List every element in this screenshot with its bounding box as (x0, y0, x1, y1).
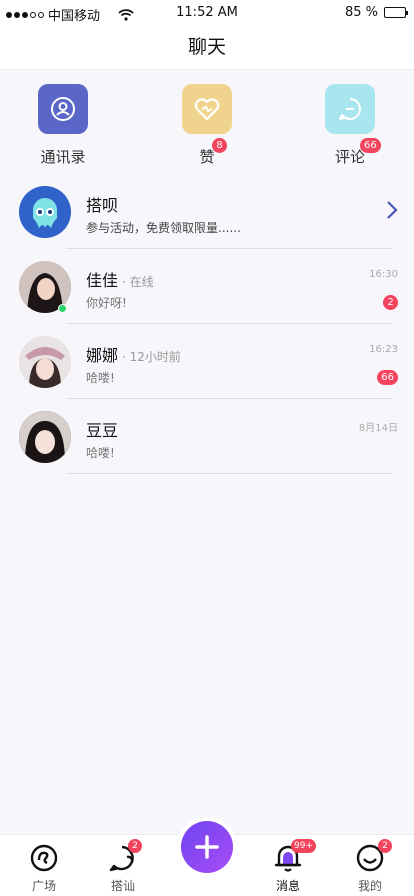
quick-actions: 通讯录 赞 8 评论 66 (0, 84, 414, 170)
status-bar: 中国移动 11:52 AM 85 % (0, 0, 414, 26)
plaza-icon (14, 843, 74, 873)
conversation-row[interactable]: 豆豆 哈喽! 8月14日 (0, 399, 414, 474)
contacts-button[interactable]: 通讯录 (23, 84, 103, 167)
likes-badge: 8 (212, 138, 227, 153)
comments-badge: 66 (360, 138, 381, 153)
chevron-right-icon (387, 201, 398, 219)
comment-icon (325, 84, 375, 134)
divider (66, 473, 392, 474)
add-button[interactable] (181, 821, 233, 873)
tab-badge: 2 (378, 839, 392, 853)
plus-icon (195, 835, 219, 859)
avatar (19, 186, 71, 238)
smile-icon: 2 (340, 839, 400, 873)
tab-messages[interactable]: 99+ 消息 (258, 839, 318, 894)
battery-icon (384, 7, 408, 18)
tab-label: 我的 (357, 879, 382, 893)
avatar (19, 411, 71, 463)
battery-percent: 85 % (344, 5, 378, 20)
status-right: 85 % (344, 5, 408, 20)
tab-me[interactable]: 2 我的 (340, 839, 400, 894)
comments-button[interactable]: 评论 (310, 84, 390, 167)
tab-bar: 广场 2 搭讪 99+ 消息 2 我的 (0, 821, 414, 896)
unread-badge: 66 (377, 370, 398, 385)
last-message: 参与活动，免费领取限量...... (86, 221, 241, 235)
last-message: 哈喽! (86, 371, 115, 385)
likes-button[interactable]: 赞 (167, 84, 247, 167)
conversation-list: 搭呗 参与活动，免费领取限量...... 佳佳 · 在线 你好呀! 16:30 2 (0, 174, 414, 474)
contact-name: 娜娜 · 12小时前 (86, 346, 181, 365)
conversation-row[interactable]: 娜娜 · 12小时前 哈喽! 16:23 66 (0, 324, 414, 399)
last-message: 你好呀! (86, 296, 127, 310)
message-time: 16:30 (369, 269, 398, 280)
unread-badge: 2 (383, 295, 398, 310)
bell-icon: 99+ (258, 839, 318, 873)
message-time: 16:23 (369, 344, 398, 355)
online-indicator (58, 304, 67, 313)
contacts-label: 通讯录 (40, 148, 86, 166)
tab-chat-up[interactable]: 2 搭讪 (93, 839, 153, 894)
message-time: 8月14日 (358, 423, 398, 434)
conversation-row[interactable]: 佳佳 · 在线 你好呀! 16:30 2 (0, 249, 414, 324)
likes-label: 赞 (199, 148, 215, 166)
tab-label: 消息 (275, 879, 300, 893)
contact-name: 搭呗 (86, 196, 119, 215)
tab-label: 广场 (31, 879, 56, 893)
page-title: 聊天 (187, 36, 226, 58)
tab-badge: 99+ (291, 839, 316, 853)
contact-name: 佳佳 · 在线 (86, 271, 154, 290)
tab-badge: 2 (128, 839, 142, 853)
avatar (19, 336, 71, 388)
last-message: 哈喽! (86, 446, 115, 460)
contact-name: 豆豆 (86, 421, 119, 440)
conversation-row[interactable]: 搭呗 参与活动，免费领取限量...... (0, 174, 414, 249)
presence-status: · 在线 (122, 275, 154, 289)
tab-label: 搭讪 (110, 879, 135, 893)
tab-plaza[interactable]: 广场 (14, 843, 74, 894)
chat-bubble-icon: 2 (93, 839, 153, 873)
contacts-icon (38, 84, 88, 134)
presence-status: · 12小时前 (122, 350, 181, 364)
nav-bar: 聊天 (0, 26, 414, 70)
heart-icon (182, 84, 232, 134)
